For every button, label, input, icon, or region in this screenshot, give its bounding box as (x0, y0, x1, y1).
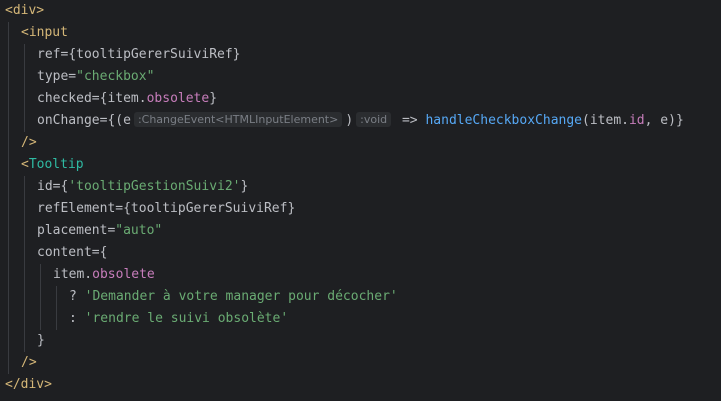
attr-ref: ref= (37, 47, 69, 62)
checked-prop: obsolete (146, 91, 210, 106)
indent-guide (8, 22, 9, 374)
indent-guide (24, 176, 25, 352)
code-line: </div> (5, 374, 52, 396)
code-line: onChange={(e:ChangeEvent<HTMLInputElemen… (37, 110, 684, 132)
indent-guide (24, 44, 25, 132)
return-type-hint[interactable]: :void (356, 112, 392, 127)
param-type-hint[interactable]: :ChangeEvent<HTMLInputElement> (133, 112, 343, 127)
code-line: ? 'Demander à votre manager pour décoche… (69, 286, 398, 308)
ternary-colon: : (69, 311, 85, 326)
code-line: } (37, 330, 45, 352)
code-editor[interactable]: <div> <input ref={tooltipGererSuiviRef} … (0, 0, 721, 401)
code-line: content={ (37, 242, 107, 264)
code-line: placement="auto" (37, 220, 162, 242)
div-open-tag: <div> (5, 3, 45, 18)
code-line: <div> (5, 0, 44, 22)
refelement-value: {tooltipGererSuiviRef} (123, 201, 296, 216)
tooltip-component-name: Tooltip (28, 157, 84, 172)
handler-prop-id: id (628, 113, 645, 128)
handler-args-pre: (item. (582, 113, 629, 128)
code-line: refElement={tooltipGererSuiviRef} (37, 198, 295, 220)
checked-pre: {item. (99, 91, 147, 106)
indent-guide (40, 264, 41, 330)
checked-post: } (209, 91, 218, 106)
indent-guide (56, 286, 57, 330)
self-close-tag: /> (21, 355, 37, 370)
attr-type: type= (37, 69, 77, 84)
code-line: /> (21, 352, 37, 374)
attr-id: id= (37, 179, 61, 194)
ternary-q: ? (69, 289, 85, 304)
code-line: checked={item.obsolete} (37, 88, 217, 110)
code-line: type="checkbox" (37, 66, 154, 88)
placement-value: "auto" (115, 223, 163, 238)
str-false: 'rendre le suivi obsolète' (84, 311, 289, 326)
str-true: 'Demander à votre manager pour décocher' (84, 289, 398, 304)
ref-value: {tooltipGererSuiviRef} (68, 47, 241, 62)
tooltip-lt: < (21, 157, 29, 172)
code-line: <Tooltip (21, 154, 84, 176)
code-line: item.obsolete (53, 264, 155, 286)
type-value: "checkbox" (76, 69, 155, 84)
attr-placement: placement= (37, 223, 116, 238)
id-value: 'tooltipGestionSuivi2' (68, 179, 241, 194)
arrow: => (394, 113, 426, 128)
code-line: <input (21, 22, 68, 44)
onchange-pre: {(e (107, 113, 131, 128)
code-line: /> (21, 132, 37, 154)
handler-name: handleCheckboxChange (425, 113, 583, 128)
attr-content: content= (37, 245, 100, 260)
code-line: id={'tooltipGestionSuivi2'} (37, 176, 248, 198)
id-post: } (240, 179, 249, 194)
input-open-tag: <input (21, 25, 68, 40)
attr-checked: checked= (37, 91, 100, 106)
attr-onchange: onChange= (37, 113, 108, 128)
item-pre: item. (53, 267, 93, 282)
item-prop: obsolete (92, 267, 155, 282)
self-close-tag: /> (21, 135, 37, 150)
attr-refelement: refElement= (37, 201, 124, 216)
content-open: { (99, 245, 108, 260)
content-close: } (37, 333, 45, 348)
code-line: : 'rendre le suivi obsolète' (69, 308, 288, 330)
handler-args-post: , e)} (644, 113, 684, 128)
paren-close: ) (345, 113, 354, 128)
code-line: ref={tooltipGererSuiviRef} (37, 44, 241, 66)
div-close-tag: </div> (5, 377, 52, 392)
